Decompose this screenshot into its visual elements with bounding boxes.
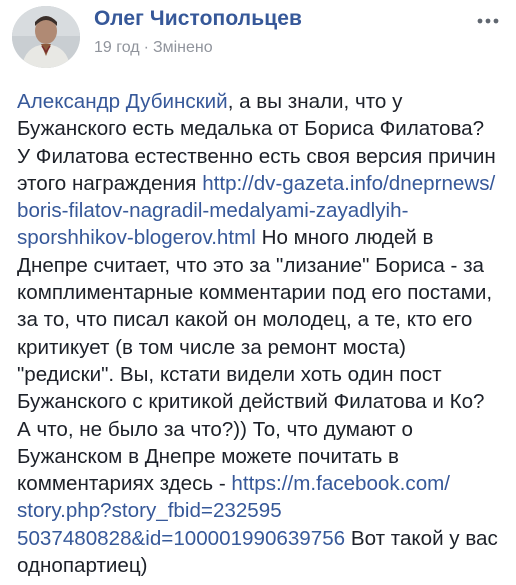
author-avatar[interactable] — [12, 6, 80, 68]
article-link-part[interactable]: http://dv-gazeta.info/dneprnews/ — [202, 172, 495, 195]
body-line: этого награждения http://dv-gazeta.info/… — [17, 170, 509, 197]
facebook-link-part[interactable]: story.php?story_fbid=232595 — [17, 499, 282, 522]
body-line: story.php?story_fbid=232595 — [17, 497, 509, 524]
body-line: Бужанском в Днепре можете почитать в — [17, 444, 399, 468]
post-timestamp[interactable]: 19 год — [94, 39, 140, 56]
body-line: за то, что писал какой он молодец, а те,… — [17, 308, 473, 332]
body-line: Днепре считает, что это за "лизание" Бор… — [17, 253, 484, 277]
body-line: однопартиец) — [17, 554, 148, 578]
body-text: , а вы знали, что у — [227, 90, 403, 113]
post-header: Олег Чистопольцев 19 год · Змінено — [12, 6, 504, 70]
facebook-link-part[interactable]: https://m.facebook.com/ — [231, 472, 450, 495]
facebook-post: Олег Чистопольцев 19 год · Змінено Алексан… — [0, 0, 516, 585]
body-text: Вот такой у вас — [345, 526, 498, 550]
more-options-button[interactable] — [474, 10, 502, 32]
body-line: комплиментарные комментарии под его пост… — [17, 281, 493, 305]
avatar-photo-icon — [12, 6, 80, 68]
body-text: Но много людей в — [255, 226, 434, 250]
article-link-part[interactable]: sporshhikov-blogerov.html — [17, 226, 256, 249]
body-line: boris-filatov-nagradil-medalyami-zayadly… — [17, 197, 509, 224]
body-line: критикует (в том числе за ремонт моста) — [17, 335, 406, 359]
mention-link[interactable]: Александр Дубинский — [17, 90, 228, 113]
post-meta: 19 год · Змінено — [94, 39, 213, 57]
facebook-link-part[interactable]: 5037480828&id=100001990639756 — [17, 527, 345, 550]
body-line: "редиски". Вы, кстати видели хоть один п… — [17, 362, 442, 386]
body-text: этого награждения — [17, 171, 203, 195]
body-line: А что, не было за что?)) То, что думают … — [17, 417, 414, 441]
body-line: sporshhikov-blogerov.html Но много людей… — [17, 224, 509, 251]
body-line: У Филатова естественно есть своя версия … — [17, 144, 496, 168]
body-line: Александр Дубинский, а вы знали, что у — [17, 88, 509, 115]
post-body: Александр Дубинский, а вы знали, что у Б… — [17, 88, 509, 579]
more-horizontal-dots-icon — [477, 18, 499, 24]
meta-separator: · — [143, 39, 149, 56]
body-line: комментариях здесь - https://m.facebook.… — [17, 470, 509, 497]
body-line: Бужанского есть медалька от Бориса Филат… — [17, 117, 485, 141]
article-link-part[interactable]: boris-filatov-nagradil-medalyami-zayadly… — [17, 199, 408, 222]
body-line: 5037480828&id=100001990639756 Вот такой … — [17, 525, 509, 552]
edited-label[interactable]: Змінено — [153, 39, 213, 56]
author-name[interactable]: Олег Чистопольцев — [94, 7, 302, 31]
body-text: комментариях здесь - — [17, 472, 232, 496]
body-line: Бужанского с критикой действий Филатова … — [17, 390, 485, 414]
